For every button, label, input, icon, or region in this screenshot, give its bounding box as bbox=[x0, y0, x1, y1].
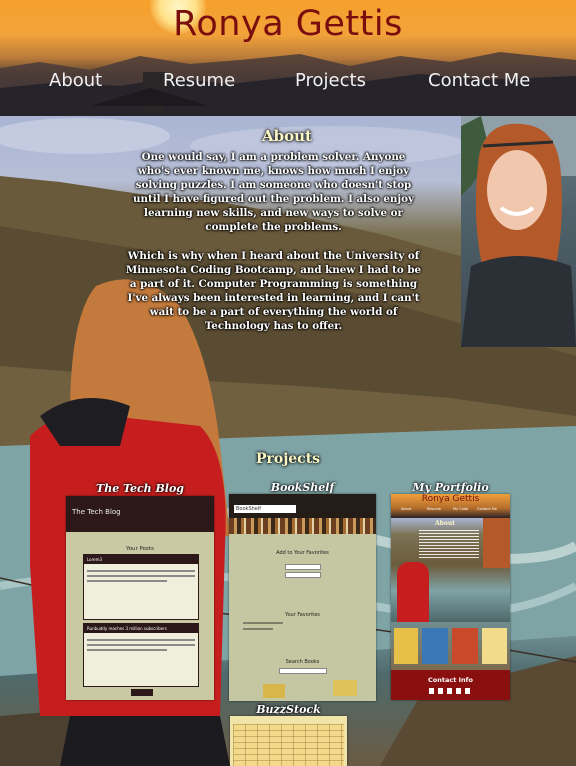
book-cover-thumbnail bbox=[333, 680, 357, 696]
portfolio-preview-about-text bbox=[419, 530, 479, 560]
portfolio-preview-thumb bbox=[452, 628, 478, 664]
portfolio-preview-nav-item: My Code bbox=[453, 507, 469, 511]
project-card-tech-blog[interactable]: The Tech Blog Your Posts Lorem3 Runbuddy… bbox=[66, 496, 214, 700]
post-title: Lorem3 bbox=[84, 555, 198, 564]
project-label-buzzstock[interactable]: BuzzStock bbox=[230, 703, 347, 716]
post-text-line bbox=[87, 639, 195, 641]
portfolio-preview-person bbox=[397, 562, 429, 622]
post-text-line bbox=[87, 649, 167, 651]
site-title: Ronya Gettis bbox=[173, 4, 403, 44]
project-card-bookshelf[interactable]: BookShelf Add to Your Favorites Your Fav… bbox=[229, 494, 376, 701]
profile-photo bbox=[461, 116, 576, 347]
post-text-line bbox=[87, 644, 195, 646]
bookshelf-preview-header: BookShelf bbox=[229, 494, 376, 518]
project-card-portfolio[interactable]: Ronya Gettis About Resume My Code Contac… bbox=[391, 494, 510, 700]
about-text: One would say, I am a problem solver. An… bbox=[125, 150, 422, 347]
portfolio-preview-hero: About bbox=[391, 518, 510, 622]
bookshelf-favorites-heading: Your Favorites bbox=[285, 612, 320, 618]
profile-photo-image bbox=[461, 116, 576, 347]
portfolio-preview-header: Ronya Gettis About Resume My Code Contac… bbox=[391, 494, 510, 518]
about-paragraph: One would say, I am a problem solver. An… bbox=[133, 151, 414, 234]
post-title: Runbuddy reaches 3 million subscribers bbox=[84, 624, 198, 633]
tech-blog-preview-post: Lorem3 bbox=[83, 554, 199, 620]
buzzstock-preview-table bbox=[233, 724, 344, 766]
post-text-line bbox=[87, 575, 195, 577]
post-text-line bbox=[87, 580, 167, 582]
bookshelf-preview-input bbox=[279, 668, 327, 674]
portfolio-preview-contact-heading: Contact Info bbox=[428, 676, 473, 684]
portfolio-preview-photo bbox=[483, 518, 510, 568]
project-label-portfolio[interactable]: My Portfolio bbox=[391, 481, 510, 494]
about-paragraph: Which is why when I heard about the Univ… bbox=[125, 249, 422, 333]
post-text-line bbox=[87, 570, 195, 572]
nav-contact-link[interactable]: Contact Me bbox=[428, 70, 530, 91]
book-cover-thumbnail bbox=[263, 684, 285, 698]
portfolio-preview-nav-item: Resume bbox=[427, 507, 442, 511]
bookshelf-add-heading: Add to Your Favorites bbox=[276, 550, 329, 556]
project-label-bookshelf[interactable]: BookShelf bbox=[229, 481, 376, 494]
portfolio-preview-nav-item: About bbox=[401, 507, 412, 511]
bookshelf-search-heading: Search Books bbox=[285, 659, 320, 665]
portfolio-preview-nav-item: Contact Me bbox=[477, 507, 497, 511]
portfolio-preview-thumb bbox=[422, 628, 448, 664]
tech-blog-preview-title: The Tech Blog bbox=[72, 508, 121, 516]
tech-blog-preview-button bbox=[131, 689, 153, 696]
nav-projects-link[interactable]: Projects bbox=[295, 70, 366, 91]
header: Ronya Gettis About Resume Projects Conta… bbox=[0, 0, 576, 116]
tech-blog-preview-subheading: Your Posts bbox=[126, 546, 154, 552]
bookshelf-preview-input bbox=[285, 564, 321, 570]
portfolio-preview-contact-icons bbox=[429, 688, 471, 694]
tech-blog-preview-header: The Tech Blog bbox=[66, 496, 214, 532]
portfolio-preview-title: Ronya Gettis bbox=[421, 494, 480, 504]
portfolio-preview-thumb bbox=[394, 628, 418, 664]
bookshelf-preview-search: BookShelf bbox=[234, 505, 296, 513]
tech-blog-preview-post: Runbuddy reaches 3 million subscribers bbox=[83, 623, 199, 687]
nav-about-link[interactable]: About bbox=[49, 70, 102, 91]
bookshelf-preview-input bbox=[285, 572, 321, 578]
project-label-tech-blog[interactable]: The Tech Blog bbox=[66, 482, 214, 495]
bookshelf-favorite-line bbox=[243, 622, 283, 624]
portfolio-preview-projects bbox=[391, 622, 510, 670]
projects-heading: Projects bbox=[255, 451, 321, 467]
portfolio-preview-about-heading: About bbox=[435, 520, 455, 527]
bookshelf-preview-banner bbox=[229, 518, 376, 534]
main-nav: About Resume Projects Contact Me bbox=[0, 70, 576, 96]
buzzstock-preview-header bbox=[230, 716, 347, 724]
nav-resume-link[interactable]: Resume bbox=[163, 70, 235, 91]
bookshelf-favorite-line bbox=[243, 628, 273, 630]
portfolio-preview-thumb bbox=[482, 628, 507, 664]
about-heading: About bbox=[262, 127, 312, 145]
project-card-buzzstock[interactable] bbox=[230, 716, 347, 766]
